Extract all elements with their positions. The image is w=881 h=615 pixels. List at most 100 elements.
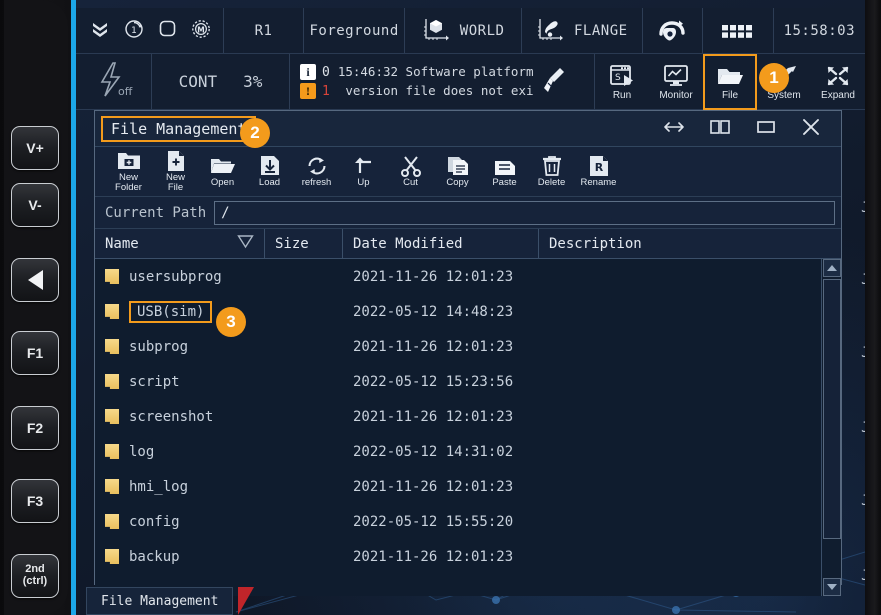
status-bar: 1 M R1 Foreground: [76, 8, 865, 54]
chevron-double-down-icon[interactable]: [90, 20, 110, 42]
rename-button[interactable]: R Rename: [575, 148, 622, 196]
load-button[interactable]: Load: [246, 148, 293, 196]
table-row[interactable]: config 2022-05-12 15:55:20: [95, 504, 841, 539]
callout-marker-1-label: 1: [769, 68, 778, 88]
table-row[interactable]: subprog 2021-11-26 12:01:23: [95, 329, 841, 364]
folder-icon: [105, 269, 119, 284]
new-folder-icon: [117, 150, 141, 172]
table-row[interactable]: backup 2021-11-26 12:01:23: [95, 539, 841, 574]
open-folder-icon: [716, 64, 744, 88]
paste-button[interactable]: Paste: [481, 148, 528, 196]
speed-one-icon[interactable]: 1: [124, 19, 144, 43]
vertical-scrollbar[interactable]: [821, 259, 841, 596]
up-button[interactable]: Up: [340, 148, 387, 196]
power-state[interactable]: off: [76, 54, 152, 109]
split-screen-icon[interactable]: [709, 119, 731, 139]
new-folder-button[interactable]: New Folder: [105, 148, 152, 196]
info-counter: i 0: [300, 64, 330, 80]
taskbar-item-file-management[interactable]: File Management: [86, 587, 233, 615]
row-name-cell: script: [95, 374, 265, 390]
column-header-name-label: Name: [105, 236, 139, 252]
hardkey-volume-up[interactable]: V+: [11, 126, 59, 170]
new-folder-label: New Folder: [115, 173, 142, 193]
hardkey-f3-label: F3: [27, 494, 43, 509]
up-label: Up: [357, 178, 369, 188]
current-path-input[interactable]: /: [214, 201, 835, 225]
callout-marker-3: 3: [216, 307, 246, 337]
scrollbar-thumb[interactable]: [823, 279, 841, 539]
hardkey-f3[interactable]: F3: [11, 479, 59, 523]
new-file-button[interactable]: New File: [152, 148, 199, 196]
hardkey-f1[interactable]: F1: [11, 331, 59, 375]
file-toolbar-button[interactable]: File: [703, 54, 757, 110]
cut-button[interactable]: Cut: [387, 148, 434, 196]
row-date: 2021-11-26 12:01:23: [343, 479, 539, 495]
motion-mode-and-speed[interactable]: CONT 3%: [152, 54, 290, 109]
open-button[interactable]: Open: [199, 148, 246, 196]
coord-system-label: WORLD: [460, 23, 505, 39]
expand-toolbar-label: Expand: [821, 90, 855, 101]
run-program-icon: S: [609, 64, 635, 88]
folder-icon: [105, 514, 119, 529]
column-header-name[interactable]: Name: [95, 229, 265, 258]
folder-icon: [105, 339, 119, 354]
hardkey-second-ctrl[interactable]: 2nd (ctrl): [11, 554, 59, 598]
hardkey-volume-up-label: V+: [26, 141, 44, 156]
column-header-description[interactable]: Description: [539, 229, 841, 258]
copy-button[interactable]: Copy: [434, 148, 481, 196]
hardkey-back[interactable]: [11, 258, 59, 302]
run-toolbar-button[interactable]: S Run: [595, 54, 649, 110]
expand-arrows-icon: [825, 64, 851, 88]
table-row[interactable]: log 2022-05-12 14:31:02: [95, 434, 841, 469]
manual-mode-icon[interactable]: M: [191, 19, 211, 43]
refresh-button[interactable]: refresh: [293, 148, 340, 196]
robot-id[interactable]: R1: [224, 8, 304, 53]
close-window-icon[interactable]: [801, 118, 821, 140]
monitor-chart-icon: [663, 64, 689, 88]
folder-icon: [105, 304, 119, 319]
file-management-dialog: File Management: [94, 110, 842, 585]
usb-sim-row-name[interactable]: USB(sim): [129, 301, 212, 323]
column-header-date[interactable]: Date Modified: [343, 229, 539, 258]
new-file-icon: [164, 150, 188, 172]
virtual-keyboard-icon[interactable]: [703, 8, 773, 53]
folder-icon: [105, 479, 119, 494]
monitor-toolbar-button[interactable]: Monitor: [649, 54, 703, 110]
window-controls: [663, 118, 835, 140]
refresh-label: refresh: [302, 178, 332, 188]
motion-mode-label: CONT: [179, 72, 218, 91]
callout-marker-2: 2: [240, 118, 270, 148]
delete-button[interactable]: Delete: [528, 148, 575, 196]
scroll-up-button[interactable]: [823, 259, 841, 277]
svg-text:off: off: [118, 85, 133, 98]
program-state[interactable]: Foreground: [304, 8, 405, 53]
coordinate-axes-robot-icon: [422, 15, 450, 47]
sort-descending-triangle-icon[interactable]: [237, 234, 254, 253]
table-row[interactable]: script 2022-05-12 15:23:56: [95, 364, 841, 399]
row-name-cell: backup: [95, 549, 265, 565]
current-path-label: Current Path: [101, 205, 214, 221]
broom-clear-icon[interactable]: [542, 66, 568, 98]
tool-handle-icon[interactable]: [643, 8, 704, 53]
hardkey-volume-down[interactable]: V-: [11, 183, 59, 227]
table-row[interactable]: usersubprog 2021-11-26 12:01:23: [95, 259, 841, 294]
table-row[interactable]: screenshot 2021-11-26 12:01:23: [95, 399, 841, 434]
resize-horizontal-icon[interactable]: [663, 119, 685, 139]
stop-rounded-square-icon[interactable]: [158, 19, 177, 42]
current-path-row: Current Path /: [95, 197, 841, 229]
hardkey-f2[interactable]: F2: [11, 406, 59, 450]
table-row[interactable]: USB(sim) 2022-05-12 14:48:23: [95, 294, 841, 329]
callout-marker-1: 1: [759, 63, 789, 93]
column-header-size[interactable]: Size: [265, 229, 343, 258]
new-file-label: New File: [166, 173, 185, 193]
screen: 1 M R1 Foreground: [76, 0, 865, 615]
tool-frame[interactable]: FLANGE: [522, 8, 643, 53]
row-date: 2022-05-12 14:31:02: [343, 444, 539, 460]
row-date: 2022-05-12 14:48:23: [343, 304, 539, 320]
flange-axes-icon: [536, 15, 564, 47]
message-area[interactable]: i 0 ! 1 15:46:32 Software platform versi…: [290, 54, 595, 109]
coord-system[interactable]: WORLD: [405, 8, 522, 53]
maximize-window-icon[interactable]: [755, 119, 777, 139]
table-row[interactable]: hmi_log 2021-11-26 12:01:23: [95, 469, 841, 504]
folder-icon: [105, 444, 119, 459]
